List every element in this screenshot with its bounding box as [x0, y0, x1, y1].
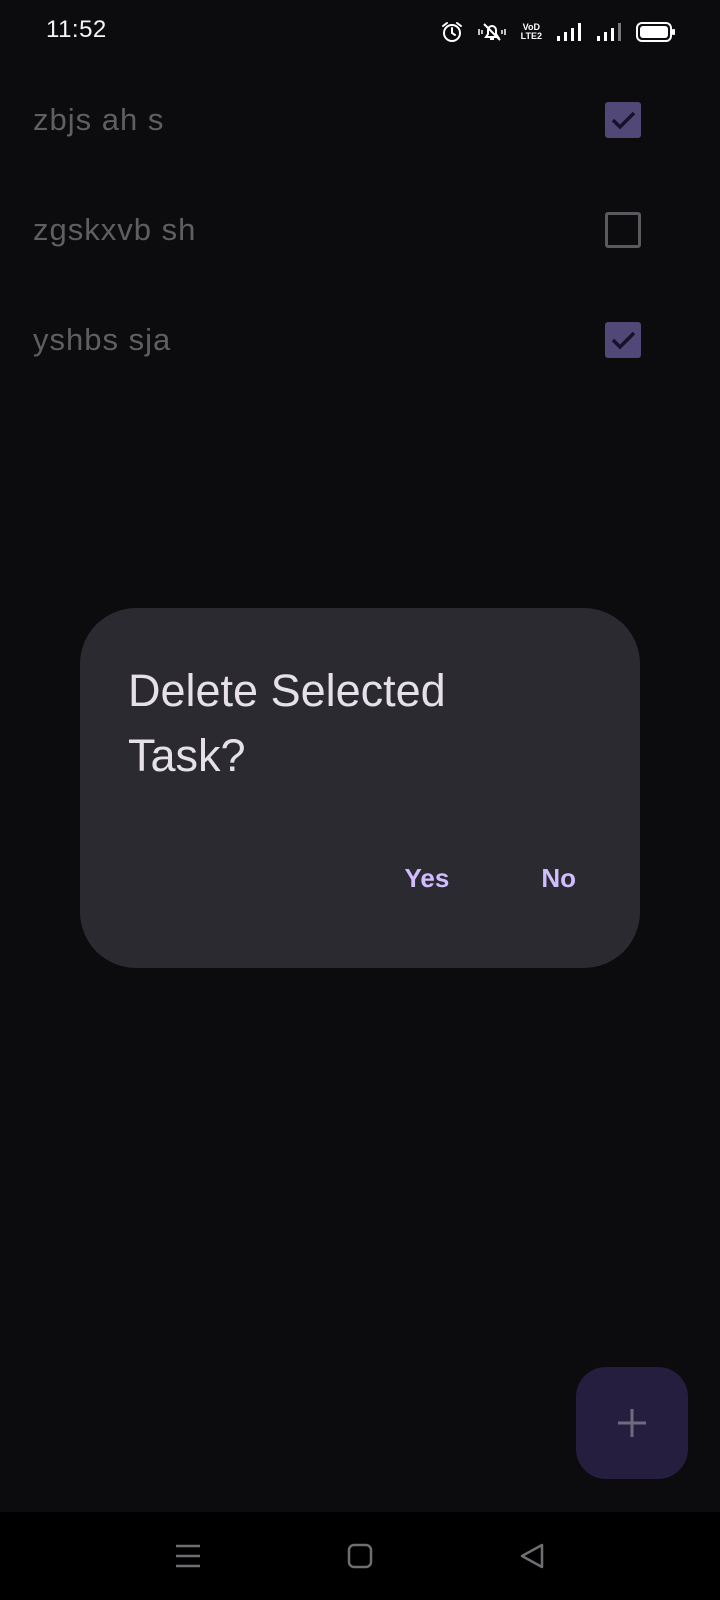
no-button[interactable]: No: [525, 849, 592, 908]
navigation-bar: [0, 1512, 720, 1600]
dialog-title: Delete Selected Task?: [128, 665, 446, 781]
menu-icon[interactable]: [172, 1540, 204, 1572]
dialog-actions: Yes No: [389, 849, 593, 908]
delete-confirm-dialog: Delete Selected Task? Yes No: [80, 608, 640, 968]
home-icon[interactable]: [344, 1540, 376, 1572]
back-icon[interactable]: [516, 1540, 548, 1572]
app-screen: 11:52 VoD LTE2 zbjs ah s zgskxvb sh yshb…: [0, 0, 720, 1600]
yes-button[interactable]: Yes: [389, 849, 466, 908]
